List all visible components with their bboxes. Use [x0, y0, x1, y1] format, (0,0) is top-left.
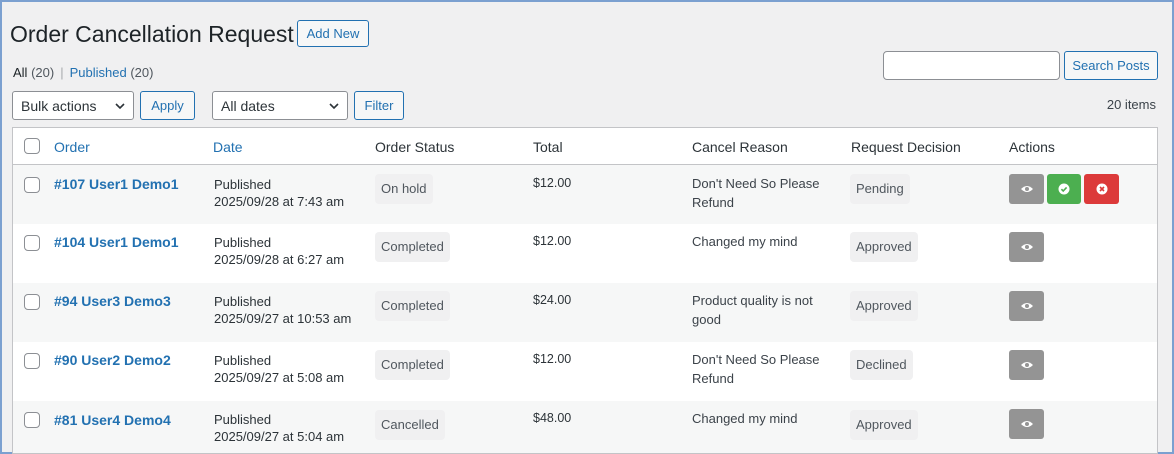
publish-date: 2025/09/27 at 5:08 am: [214, 370, 345, 385]
cancel-reason: Don't Need So Please Refund: [692, 352, 820, 386]
publish-status: Published: [214, 177, 272, 192]
column-header-reason: Cancel Reason: [692, 139, 788, 155]
publish-status: Published: [214, 294, 272, 309]
column-header-total: Total: [533, 139, 563, 155]
chevron-down-icon: [329, 103, 339, 110]
order-status-badge: On hold: [375, 174, 433, 204]
eye-icon: [1020, 421, 1033, 427]
view-button[interactable]: [1009, 232, 1044, 262]
row-checkbox[interactable]: [24, 353, 40, 369]
add-new-button[interactable]: Add New: [297, 20, 369, 47]
column-header-decision: Request Decision: [851, 139, 961, 155]
date-cell: Published 2025/09/28 at 7:43 am: [214, 176, 344, 210]
filter-button[interactable]: Filter: [354, 91, 404, 120]
cancel-reason: Changed my mind: [692, 234, 798, 249]
column-header-status: Order Status: [375, 139, 455, 155]
order-link[interactable]: #90 User2 Demo2: [54, 352, 171, 368]
view-button[interactable]: [1009, 174, 1044, 204]
row-checkbox[interactable]: [24, 294, 40, 310]
order-status-badge: Completed: [375, 350, 450, 380]
filter-all-link[interactable]: All: [13, 65, 27, 80]
row-checkbox[interactable]: [24, 412, 40, 428]
bulk-actions-select[interactable]: Bulk actions: [12, 91, 134, 120]
order-status-badge: Completed: [375, 291, 450, 321]
view-button[interactable]: [1009, 409, 1044, 439]
order-status-badge: Cancelled: [375, 410, 445, 440]
table-header: Order Date Order Status Total Cancel Rea…: [13, 128, 1157, 165]
items-count: 20 items: [1106, 97, 1156, 112]
cancel-reason: Don't Need So Please Refund: [692, 176, 820, 210]
decision-badge: Approved: [850, 410, 918, 440]
order-link[interactable]: #94 User3 Demo3: [54, 293, 171, 309]
cancel-reason: Product quality is not good: [692, 293, 813, 327]
decision-badge: Approved: [850, 232, 918, 262]
order-link[interactable]: #107 User1 Demo1: [54, 176, 179, 192]
table-row: #107 User1 Demo1 Published 2025/09/28 at…: [13, 165, 1157, 224]
order-link[interactable]: #104 User1 Demo1: [54, 234, 179, 250]
table-row: #94 User3 Demo3 Published 2025/09/27 at …: [13, 283, 1157, 342]
dates-value: All dates: [221, 97, 275, 114]
date-cell: Published 2025/09/27 at 5:04 am: [214, 411, 344, 445]
filter-published-link[interactable]: Published: [70, 65, 127, 80]
eye-icon: [1020, 303, 1033, 309]
column-header-actions: Actions: [1009, 139, 1055, 155]
eye-icon: [1020, 186, 1033, 192]
decision-badge: Approved: [850, 291, 918, 321]
view-button[interactable]: [1009, 291, 1044, 321]
table-row: #81 User4 Demo4 Published 2025/09/27 at …: [13, 401, 1157, 453]
x-circle-icon: [1096, 183, 1107, 195]
apply-button[interactable]: Apply: [140, 91, 195, 120]
order-link[interactable]: #81 User4 Demo4: [54, 412, 171, 428]
column-header-date[interactable]: Date: [213, 139, 243, 155]
row-checkbox[interactable]: [24, 235, 40, 251]
decision-badge: Pending: [850, 174, 910, 204]
date-cell: Published 2025/09/28 at 6:27 am: [214, 234, 344, 268]
order-total: $24.00: [533, 293, 572, 307]
reject-button[interactable]: [1084, 174, 1119, 204]
approve-button[interactable]: [1047, 174, 1081, 204]
select-all-checkbox[interactable]: [24, 138, 40, 154]
filter-separator: |: [60, 65, 64, 80]
requests-table: Order Date Order Status Total Cancel Rea…: [12, 127, 1158, 454]
publish-date: 2025/09/28 at 7:43 am: [214, 194, 345, 209]
publish-date: 2025/09/27 at 5:04 am: [214, 429, 345, 444]
status-filter-links: All (20) | Published (20): [13, 65, 153, 80]
admin-window-frame: Order Cancellation Request Add New All (…: [0, 0, 1174, 454]
decision-badge: Declined: [850, 350, 913, 380]
date-cell: Published 2025/09/27 at 5:08 am: [214, 352, 344, 386]
row-checkbox[interactable]: [24, 177, 40, 193]
view-button[interactable]: [1009, 350, 1044, 380]
publish-status: Published: [214, 235, 272, 250]
search-input[interactable]: [883, 51, 1060, 80]
order-total: $12.00: [533, 176, 572, 190]
bulk-actions-value: Bulk actions: [21, 97, 97, 114]
order-total: $12.00: [533, 352, 572, 366]
search-posts-button[interactable]: Search Posts: [1064, 51, 1158, 80]
publish-date: 2025/09/27 at 10:53 am: [214, 311, 352, 326]
publish-status: Published: [214, 353, 272, 368]
order-total: $12.00: [533, 234, 572, 248]
table-row: #90 User2 Demo2 Published 2025/09/27 at …: [13, 342, 1157, 401]
filter-all-count: (20): [31, 65, 55, 80]
column-header-order[interactable]: Order: [54, 139, 90, 155]
table-row: #104 User1 Demo1 Published 2025/09/28 at…: [13, 224, 1157, 283]
order-total: $48.00: [533, 411, 572, 425]
page-title: Order Cancellation Request: [10, 21, 294, 47]
chevron-down-icon: [115, 103, 125, 110]
dates-select[interactable]: All dates: [212, 91, 348, 120]
date-cell: Published 2025/09/27 at 10:53 am: [214, 293, 351, 327]
eye-icon: [1020, 244, 1033, 250]
order-status-badge: Completed: [375, 232, 450, 262]
check-circle-icon: [1058, 183, 1070, 195]
cancel-reason: Changed my mind: [692, 411, 798, 426]
filter-published-count: (20): [130, 65, 154, 80]
eye-icon: [1020, 362, 1033, 368]
publish-status: Published: [214, 412, 272, 427]
publish-date: 2025/09/28 at 6:27 am: [214, 252, 345, 267]
